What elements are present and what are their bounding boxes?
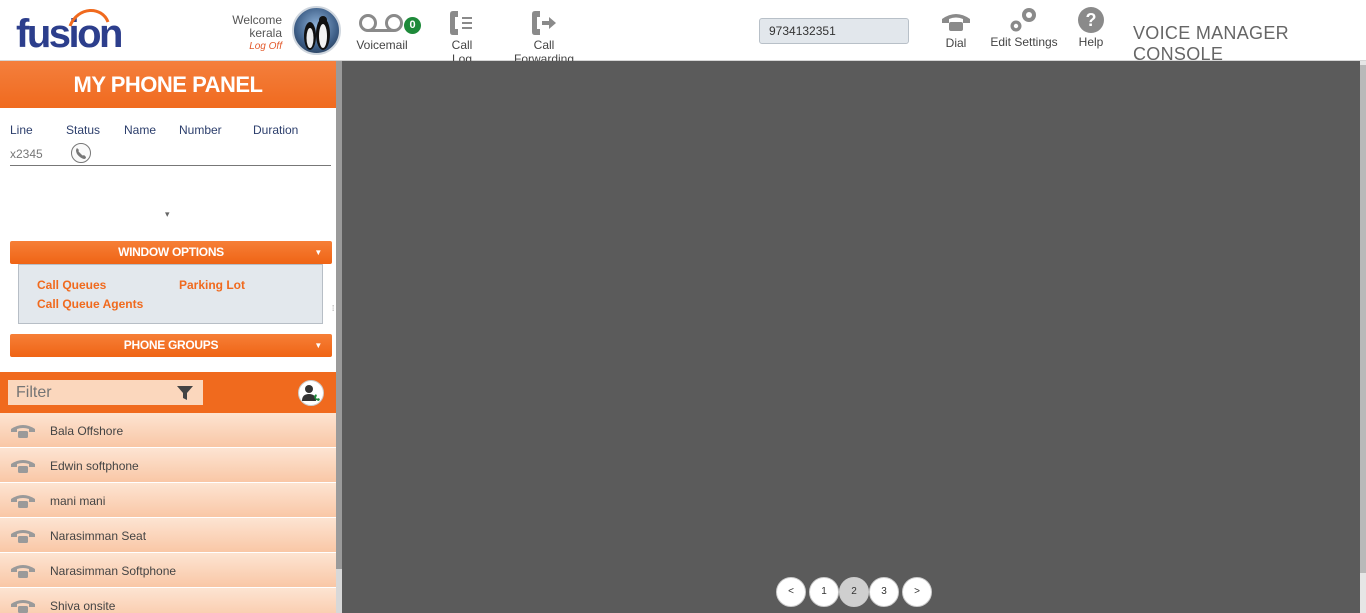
contact-name: Shiva onsite [50,599,116,613]
top-header: fusion Welcome kerala Log Off 0 Voicemai… [0,0,1366,66]
filter-input[interactable] [8,380,203,405]
line-row[interactable]: x2345 [10,143,331,166]
dial-phone-icon [942,14,970,31]
list-item[interactable]: Shiva onsite [0,588,336,613]
expand-chevron-icon[interactable]: ▾ [165,209,170,220]
question-icon: ? [1078,7,1104,33]
avatar[interactable] [292,6,341,55]
gears-icon [1010,8,1036,32]
list-item[interactable]: Narasimman Softphone [0,553,336,588]
pagination-page-1[interactable]: 1 [809,577,839,607]
column-duration: Duration [253,123,299,137]
svg-text:?: ? [1086,10,1097,30]
column-number: Number [179,123,222,137]
dial-label: Dial [945,36,967,50]
help-label: Help [1078,35,1104,49]
penguin-avatar-icon [304,16,330,50]
contact-name: Edwin softphone [50,459,139,473]
contact-phone-icon [10,563,36,584]
edit-settings-button[interactable]: Edit Settings [988,5,1060,49]
welcome-block: Welcome kerala Log Off [222,14,282,53]
caret-down-icon: ▼ [314,248,322,257]
welcome-label: Welcome [232,13,282,27]
contact-phone-icon [10,493,36,514]
person-phone-shape [302,385,320,401]
call-forwarding-icon [532,11,556,35]
list-item[interactable]: Edwin softphone [0,448,336,483]
voicemail-icon [359,14,403,32]
panel-title: MY PHONE PANEL [0,61,336,108]
contact-name: Narasimman Seat [50,529,147,543]
list-item[interactable]: Narasimman Seat [0,518,336,553]
help-button[interactable]: ? Help [1074,5,1108,49]
fusion-logo[interactable]: fusion [16,8,123,54]
contact-name: Narasimman Softphone [50,564,177,578]
caret-down-icon: ▼ [314,341,322,350]
dial-button[interactable]: Dial [938,6,974,50]
list-item[interactable]: mani mani [0,483,336,518]
pagination-page-2[interactable]: 2 [839,577,869,607]
main-scrollbar[interactable] [1360,61,1366,613]
column-line: Line [10,123,33,137]
window-options-box: Call Queues Parking Lot Call Queue Agent… [18,264,323,324]
contact-name: Bala Offshore [50,424,124,438]
call-log-button[interactable]: Call Log [440,8,484,66]
contact-phone-icon [10,423,36,444]
pagination-page-3[interactable]: 3 [869,577,899,607]
call-queues-link[interactable]: Call Queues [37,278,106,292]
phone-groups-dropdown[interactable]: PHONE GROUPS ▼ [10,334,332,357]
main-scrollbar-thumb[interactable] [1360,65,1366,573]
funnel-shape [177,386,193,400]
call-queue-agents-link[interactable]: Call Queue Agents [37,297,143,311]
column-status: Status [66,123,101,137]
contact-phone-icon [10,528,36,549]
contact-phone-icon [10,598,36,613]
voicemail-label: Voicemail [356,38,408,52]
console-title: VOICE MANAGER CONSOLE [1133,23,1289,64]
line-status-icon [71,143,91,163]
parking-lot-link[interactable]: Parking Lot [179,278,245,292]
handset-icon [76,148,86,159]
call-forwarding-button[interactable]: Call Forwarding [503,8,585,66]
pagination-next[interactable]: > [902,577,932,607]
window-options-dropdown[interactable]: WINDOW OPTIONS ▼ [10,241,332,264]
phone-panel: MY PHONE PANEL Line Status Name Number D… [0,61,336,613]
logo-swoosh-icon [68,9,110,27]
funnel-icon[interactable] [176,384,194,407]
panel-splitter-handle[interactable]: ⁞ [332,305,334,313]
phone-groups-label: PHONE GROUPS [123,338,219,352]
column-name: Name [124,123,157,137]
voicemail-count-badge: 0 [404,17,421,34]
list-item[interactable]: Bala Offshore [0,413,336,448]
contact-phone-icon[interactable] [298,380,324,406]
window-options-label: WINDOW OPTIONS [118,245,224,259]
user-name: kerala [249,26,282,40]
voicemail-button[interactable]: 0 Voicemail [356,8,421,52]
filter-bar [0,372,336,413]
logoff-link[interactable]: Log Off [222,40,282,53]
line-extension: x2345 [10,147,43,161]
contact-phone-icon [10,458,36,479]
pagination-prev[interactable]: < [776,577,806,607]
contact-list: Bala Offshore Edwin softphone mani mani … [0,413,336,613]
edit-settings-label: Edit Settings [990,35,1058,49]
main-content-area [342,61,1360,613]
dial-number-input[interactable] [759,18,909,44]
contact-name: mani mani [50,494,106,508]
call-log-icon [450,11,472,35]
